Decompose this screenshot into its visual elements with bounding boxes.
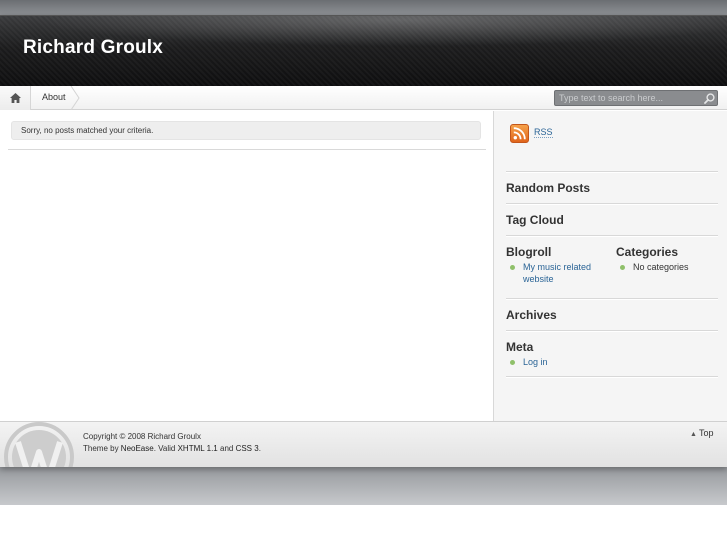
search-input[interactable]: Type text to search here... — [554, 90, 704, 106]
home-icon — [10, 93, 21, 103]
rss-link[interactable]: RSS — [534, 127, 553, 138]
rss-feed-icon — [513, 127, 526, 140]
main-content: Sorry, no posts matched your criteria. — [0, 111, 493, 421]
list-bullet — [510, 265, 515, 270]
login-link[interactable]: Log in — [523, 356, 548, 368]
main-nav: About Type text to search here... — [0, 86, 727, 110]
page-wrapper: Richard Groulx About Type text to search… — [0, 15, 727, 467]
rss-icon[interactable] — [510, 124, 529, 143]
sidebar-divider — [506, 235, 718, 237]
top-label: Top — [698, 428, 714, 438]
list-bullet — [510, 360, 515, 365]
site-header: Richard Groulx — [0, 15, 727, 86]
tag-cloud-heading: Tag Cloud — [506, 213, 564, 227]
search-icon — [704, 93, 715, 104]
xhtml-link[interactable]: XHTML 1.1 — [178, 444, 218, 453]
site-title-link[interactable]: Richard Groulx — [23, 37, 163, 59]
no-posts-notice: Sorry, no posts matched your criteria. — [11, 121, 481, 140]
nav-home-button[interactable] — [0, 86, 31, 110]
content-divider — [8, 149, 486, 150]
end-text: . — [258, 444, 261, 453]
random-posts-heading: Random Posts — [506, 181, 591, 195]
list-bullet — [620, 265, 625, 270]
valid-text: . Valid — [153, 444, 178, 453]
nav-item-about[interactable]: About — [42, 92, 66, 102]
nav-separator — [70, 86, 80, 110]
blogroll-link-line2[interactable]: website — [523, 273, 554, 285]
sidebar-divider — [506, 171, 718, 173]
archives-heading: Archives — [506, 308, 557, 322]
theme-prefix: Theme by — [83, 444, 121, 453]
blogroll-link-line1[interactable]: My music related — [523, 261, 591, 273]
css-link[interactable]: CSS 3 — [236, 444, 259, 453]
theme-credit: Theme by NeoEase. Valid XHTML 1.1 and CS… — [83, 444, 261, 453]
neoease-link[interactable]: NeoEase — [121, 444, 154, 453]
sidebar: RSS Random Posts Tag Cloud Blogroll My m… — [493, 111, 727, 421]
back-to-top-link[interactable]: ▲ Top — [690, 428, 713, 438]
sidebar-divider — [506, 298, 718, 300]
meta-heading: Meta — [506, 340, 534, 354]
categories-empty-text: No categories — [633, 262, 689, 272]
and-text: and — [217, 444, 236, 453]
wordpress-logo — [4, 422, 74, 467]
site-footer: Copyright © 2008 Richard Groulx Theme by… — [0, 421, 727, 467]
sidebar-divider — [506, 330, 718, 332]
blogroll-heading: Blogroll — [506, 245, 552, 259]
sidebar-divider — [506, 203, 718, 205]
categories-heading: Categories — [616, 245, 679, 259]
copyright-text: Copyright © 2008 Richard Groulx — [83, 432, 201, 441]
search-button[interactable] — [701, 90, 718, 106]
sidebar-divider — [506, 376, 718, 378]
up-arrow-icon: ▲ — [690, 431, 697, 438]
